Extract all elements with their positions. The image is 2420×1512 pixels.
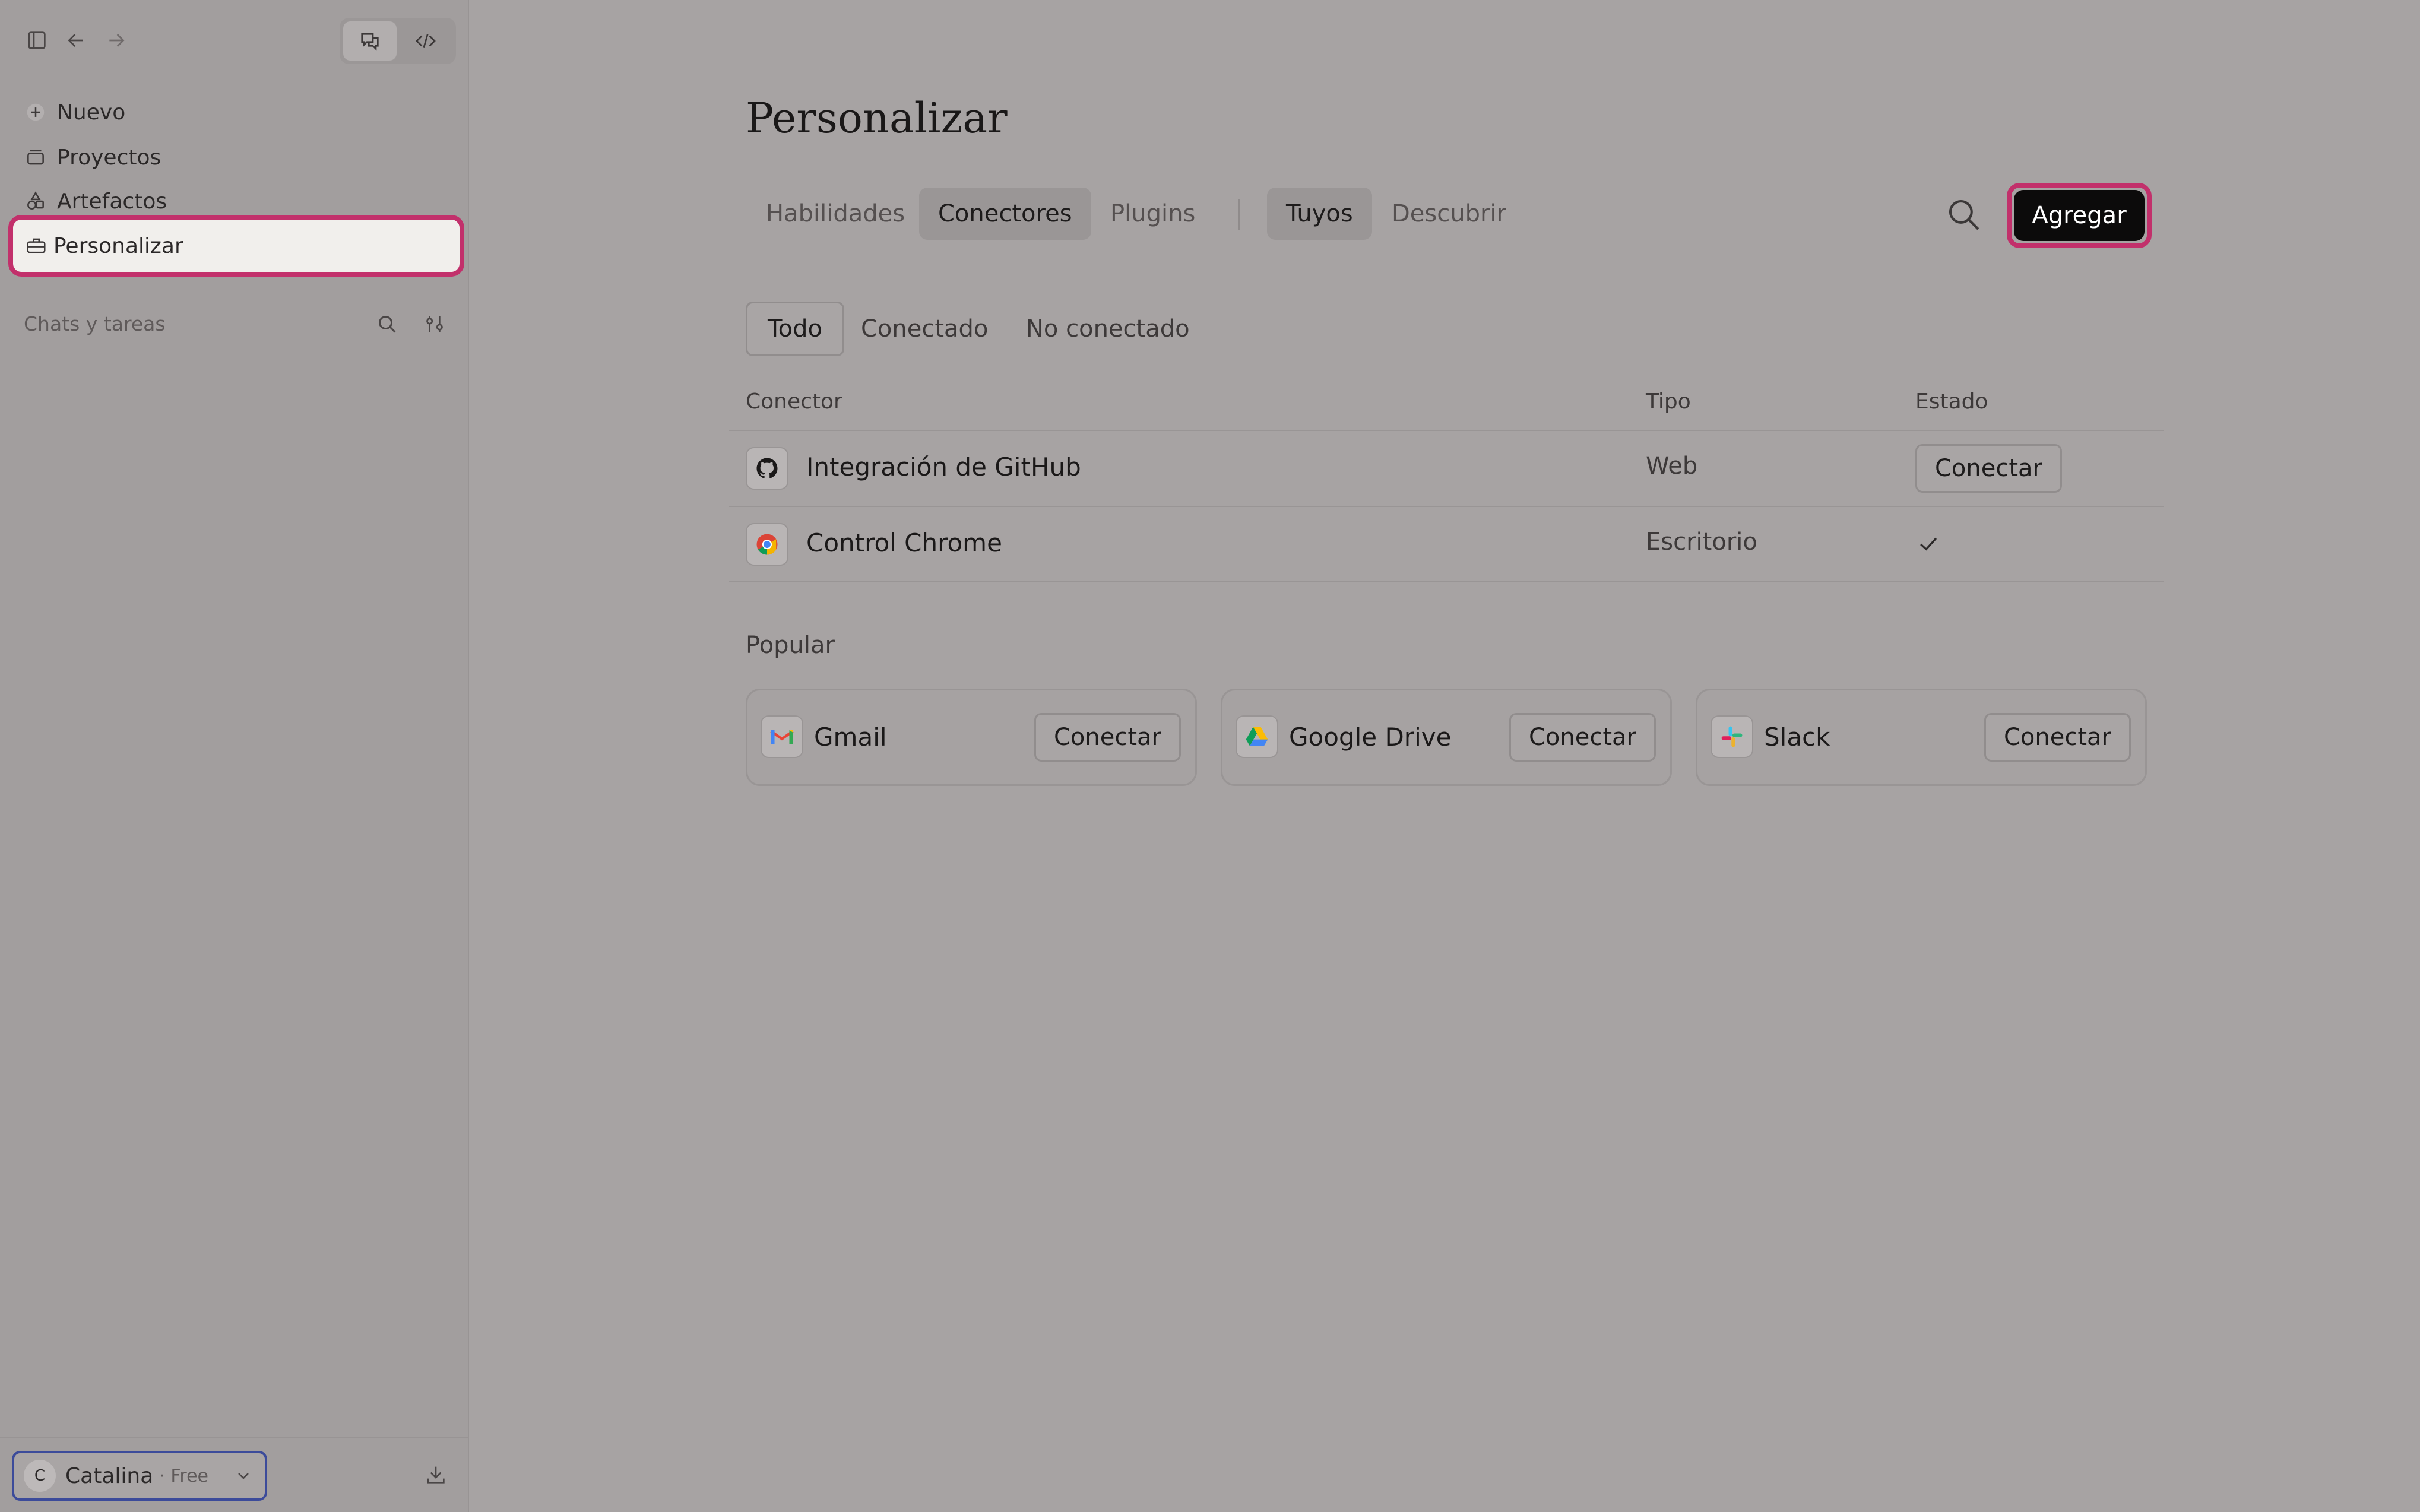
sidebar-item-label: Proyectos <box>57 145 161 170</box>
table-divider <box>729 430 2164 431</box>
github-icon <box>746 447 788 490</box>
user-plan: · Free <box>159 1465 208 1486</box>
folder-icon <box>14 146 57 169</box>
download-icon[interactable] <box>423 1462 449 1488</box>
connector-type: Web <box>1646 452 1698 480</box>
connect-google-drive-button[interactable]: Conectar <box>1509 713 1656 762</box>
sidebar: Nuevo Proyectos Artefactos Personalizar … <box>0 0 469 1512</box>
mode-switch <box>340 18 456 64</box>
sidebar-item-label: Nuevo <box>57 100 126 125</box>
search-connectors-icon[interactable] <box>1944 195 1983 234</box>
tab-habilidades[interactable]: Habilidades <box>747 188 924 240</box>
tab-conectores[interactable]: Conectores <box>919 188 1091 240</box>
slack-icon <box>1711 715 1753 758</box>
tab-plugins[interactable]: Plugins <box>1091 188 1214 240</box>
card-name: Gmail <box>814 722 887 752</box>
connect-github-button[interactable]: Conectar <box>1915 444 2062 493</box>
sidebar-toggle-icon[interactable] <box>24 27 50 53</box>
filter-conectado[interactable]: Conectado <box>841 302 1008 356</box>
sidebar-item-nuevo[interactable]: Nuevo <box>14 91 463 133</box>
popular-card-google-drive: Google Drive Conectar <box>1221 689 1672 786</box>
card-name: Google Drive <box>1289 722 1452 752</box>
sidebar-item-label: Artefactos <box>57 189 167 214</box>
page-title: Personalizar <box>746 94 1008 142</box>
tab-tuyos[interactable]: Tuyos <box>1267 188 1372 240</box>
popular-card-slack: Slack Conectar <box>1696 689 2147 786</box>
card-name: Slack <box>1764 722 1830 752</box>
chrome-icon <box>746 523 788 566</box>
column-header-estado: Estado <box>1915 389 1988 414</box>
table-divider <box>729 581 2164 582</box>
popular-section-label: Popular <box>746 632 835 659</box>
gmail-icon <box>761 715 803 758</box>
avatar: C <box>24 1460 56 1492</box>
plus-icon <box>14 101 57 123</box>
filter-sliders-icon[interactable] <box>422 311 448 337</box>
chats-section-label: Chats y tareas <box>24 312 166 335</box>
briefcase-icon <box>19 234 53 257</box>
sidebar-footer-divider <box>0 1437 469 1438</box>
sidebar-item-personalizar[interactable]: Personalizar <box>8 215 464 277</box>
filter-todo[interactable]: Todo <box>746 302 844 356</box>
connect-slack-button[interactable]: Conectar <box>1984 713 2131 762</box>
connected-check-icon <box>1920 537 1937 551</box>
google-drive-icon <box>1236 715 1278 758</box>
back-arrow-icon[interactable] <box>63 27 89 53</box>
user-menu-button[interactable]: C Catalina · Free <box>12 1451 267 1501</box>
tab-descubrir[interactable]: Descubrir <box>1373 188 1525 240</box>
tab-divider <box>1238 199 1240 230</box>
connect-gmail-button[interactable]: Conectar <box>1034 713 1181 762</box>
add-button[interactable]: Agregar <box>2014 190 2145 241</box>
popular-card-gmail: Gmail Conectar <box>746 689 1197 786</box>
column-header-tipo: Tipo <box>1646 389 1691 414</box>
chevron-down-icon <box>238 1473 249 1479</box>
shapes-icon <box>14 190 57 213</box>
column-header-conector: Conector <box>746 389 842 414</box>
chat-mode-icon[interactable] <box>343 21 397 61</box>
forward-arrow-icon[interactable] <box>103 27 129 53</box>
code-mode-icon[interactable] <box>399 21 452 61</box>
sidebar-item-proyectos[interactable]: Proyectos <box>14 137 463 178</box>
sidebar-item-label: Personalizar <box>53 233 183 258</box>
user-name: Catalina <box>65 1463 154 1488</box>
filter-no-conectado[interactable]: No conectado <box>1006 302 1210 356</box>
search-icon[interactable] <box>374 311 400 337</box>
connector-name[interactable]: Control Chrome <box>806 528 1002 557</box>
connector-name[interactable]: Integración de GitHub <box>806 452 1081 481</box>
table-divider <box>729 506 2164 507</box>
connector-type: Escritorio <box>1646 528 1757 556</box>
